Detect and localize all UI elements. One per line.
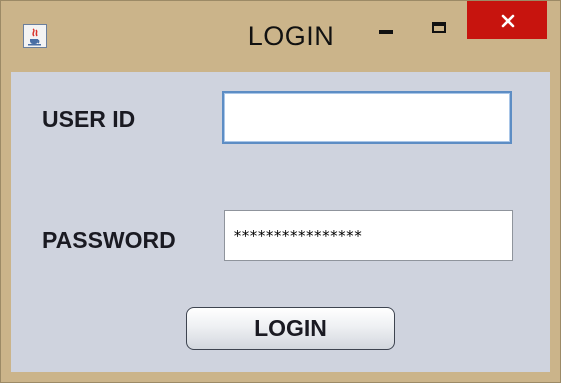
close-button[interactable] — [467, 1, 547, 39]
close-icon — [501, 14, 515, 28]
password-label: PASSWORD — [42, 227, 176, 253]
login-button[interactable]: LOGIN — [186, 307, 395, 350]
login-window: LOGIN USER ID PASSWORD LOGIN — [0, 0, 561, 383]
java-cup-icon[interactable] — [23, 24, 47, 48]
minimize-button[interactable] — [367, 1, 413, 39]
minimize-icon — [379, 30, 393, 34]
user-id-input[interactable] — [222, 91, 512, 144]
title-bar[interactable]: LOGIN — [1, 1, 560, 79]
maximize-icon — [432, 22, 446, 33]
login-form: USER ID PASSWORD LOGIN — [11, 72, 550, 372]
password-input[interactable] — [224, 210, 513, 261]
maximize-button[interactable] — [415, 1, 461, 39]
window-title: LOGIN — [247, 21, 335, 51]
user-id-label: USER ID — [42, 106, 136, 132]
